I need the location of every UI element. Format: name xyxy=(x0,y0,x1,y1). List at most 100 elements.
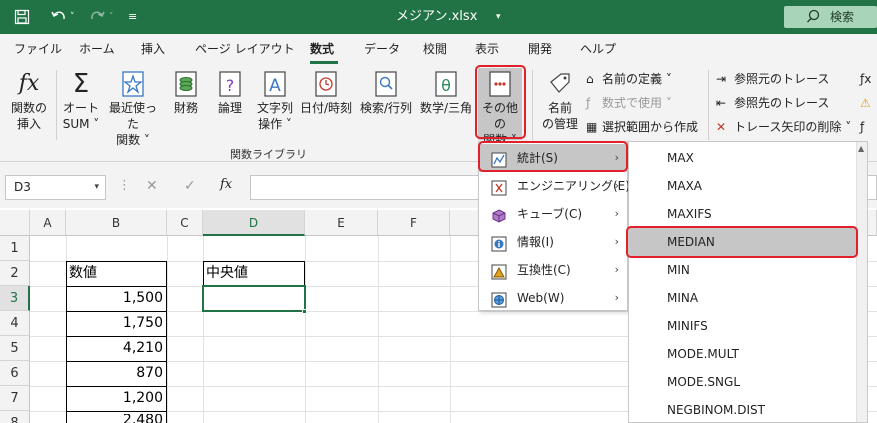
title-dropdown-icon[interactable]: ▾ xyxy=(496,9,501,25)
menu-item-engineering-label: エンジニアリング(E) xyxy=(517,179,630,193)
tab-developer[interactable]: 開発 xyxy=(528,42,552,56)
undo-dropdown-icon[interactable]: ˅ xyxy=(70,9,75,25)
use-in-formula-button[interactable]: 数式で使用 ˅ xyxy=(602,95,672,111)
table-rule xyxy=(66,411,167,412)
tab-formulas[interactable]: 数式 xyxy=(310,42,334,56)
remove-arrows-button[interactable]: トレース矢印の削除 ˅ xyxy=(734,119,851,135)
cancel-icon[interactable]: ✕ xyxy=(146,178,158,194)
tab-home[interactable]: ホーム xyxy=(79,42,115,56)
tab-insert[interactable]: 挿入 xyxy=(141,42,165,56)
menu-scrollbar[interactable]: ▲ xyxy=(856,142,867,422)
trace-precedents-button[interactable]: 参照元のトレース xyxy=(734,71,829,87)
cell-b2[interactable]: 数値 xyxy=(69,261,165,286)
function-item-mode-mult[interactable]: MODE.MULT xyxy=(629,340,857,368)
tab-data[interactable]: データ xyxy=(364,42,400,56)
column-header-f[interactable]: F xyxy=(378,210,450,236)
tab-file[interactable]: ファイル xyxy=(14,42,62,56)
tab-review[interactable]: 校閲 xyxy=(423,42,447,56)
menu-item-web[interactable]: Web(W) › xyxy=(479,284,627,312)
show-formulas-icon[interactable]: ƒx xyxy=(860,71,871,87)
sigma-icon: Σ xyxy=(72,69,90,99)
cell-d2[interactable]: 中央値 xyxy=(206,261,302,286)
function-item-maxa[interactable]: MAXA xyxy=(629,172,857,200)
tag-icon xyxy=(547,70,573,98)
function-item-negbinom-dist[interactable]: NEGBINOM.DIST xyxy=(629,396,857,422)
row-header-8[interactable]: 8 xyxy=(0,411,30,423)
cell-b6[interactable]: 870 xyxy=(66,361,163,386)
cell-b7[interactable]: 1,200 xyxy=(66,386,163,411)
text-functions-button[interactable]: A 文字列 操作 ˅ xyxy=(253,70,297,132)
svg-text:θ: θ xyxy=(441,76,451,95)
function-item-minifs[interactable]: MINIFS xyxy=(629,312,857,340)
cell-b5[interactable]: 4,210 xyxy=(66,336,163,361)
row-header-7[interactable]: 7 xyxy=(0,386,30,411)
svg-text:?: ? xyxy=(226,76,235,95)
function-item-min[interactable]: MIN xyxy=(629,256,857,284)
create-from-selection-icon: ▦ xyxy=(586,120,598,134)
evaluate-formula-icon[interactable]: ƒ xyxy=(860,119,864,135)
name-manager-button[interactable]: 名前 の管理 xyxy=(538,70,582,132)
submenu-arrow-icon: › xyxy=(614,207,619,220)
recently-used-button[interactable]: 最近使った 関数 ˅ xyxy=(105,70,161,148)
enter-icon[interactable]: ✓ xyxy=(184,178,196,194)
tab-view[interactable]: 表示 xyxy=(475,42,499,56)
formula-bar-handle-icon: ⋮ xyxy=(118,178,131,193)
row-header-5[interactable]: 5 xyxy=(0,336,30,361)
fill-handle[interactable] xyxy=(302,309,307,314)
row-header-1[interactable]: 1 xyxy=(0,236,30,261)
column-header-c[interactable]: C xyxy=(167,210,203,236)
insert-function-icon[interactable]: fx xyxy=(220,177,232,192)
name-box[interactable]: D3 ▾ xyxy=(5,175,106,200)
function-item-max[interactable]: MAX xyxy=(629,144,857,172)
datetime-button[interactable]: 日付/時刻 xyxy=(298,70,354,116)
info-icon xyxy=(491,234,507,252)
name-manager-label-2: の管理 xyxy=(541,117,578,131)
save-icon[interactable] xyxy=(14,9,30,30)
cell-b3[interactable]: 1,500 xyxy=(66,286,163,311)
logical-button[interactable]: ? 論理 xyxy=(210,70,250,116)
column-header-d[interactable]: D xyxy=(203,210,305,236)
menu-item-engineering[interactable]: エンジニアリング(E) › xyxy=(479,172,630,200)
menu-item-information[interactable]: 情報(I) › xyxy=(479,228,627,256)
function-item-mina[interactable]: MINA xyxy=(629,284,857,312)
trace-dependents-button[interactable]: 参照先のトレース xyxy=(734,95,829,111)
undo-icon[interactable] xyxy=(50,9,68,30)
menu-item-compatibility[interactable]: 互換性(C) › xyxy=(479,256,627,284)
scroll-up-icon[interactable]: ▲ xyxy=(858,144,864,153)
cell-b8[interactable]: 2,480 xyxy=(66,414,163,423)
use-in-formula-icon: ƒ xyxy=(586,96,591,110)
cell-b4[interactable]: 1,750 xyxy=(66,311,163,336)
submenu-arrow-icon: › xyxy=(614,235,619,248)
math-trig-button[interactable]: θ 数学/三角 xyxy=(417,70,475,116)
search-box[interactable]: 検索 xyxy=(784,6,877,28)
row-header-6[interactable]: 6 xyxy=(0,361,30,386)
name-box-dropdown-icon[interactable]: ▾ xyxy=(94,176,99,199)
autosum-button[interactable]: Σ オート SUM ˅ xyxy=(59,70,103,132)
clock-icon xyxy=(313,70,339,98)
gridline xyxy=(167,236,168,423)
define-name-button[interactable]: 名前の定義 ˅ xyxy=(602,71,672,87)
redo-dropdown-icon[interactable]: ˅ xyxy=(109,9,114,25)
column-header-e[interactable]: E xyxy=(305,210,378,236)
financial-button[interactable]: 財務 xyxy=(166,70,206,116)
row-header-2[interactable]: 2 xyxy=(0,261,30,286)
insert-function-button[interactable]: fx 関数の 挿入 xyxy=(6,70,52,132)
menu-item-cube[interactable]: キューブ(C) › xyxy=(479,200,627,228)
error-checking-icon[interactable]: ⚠ xyxy=(860,95,871,111)
function-item-mode-sngl[interactable]: MODE.SNGL xyxy=(629,368,857,396)
customize-qat-icon[interactable]: ≡ xyxy=(128,9,137,25)
lookup-button[interactable]: 検索/行列 xyxy=(356,70,416,116)
column-header-b[interactable]: B xyxy=(66,210,167,236)
tab-help[interactable]: ヘルプ xyxy=(580,42,616,56)
remove-arrows-icon: ✕ xyxy=(716,120,727,134)
redo-icon[interactable] xyxy=(88,9,106,30)
active-cell-d3[interactable] xyxy=(202,285,306,312)
row-header-4[interactable]: 4 xyxy=(0,311,30,336)
function-item-maxifs[interactable]: MAXIFS xyxy=(629,200,857,228)
select-all-corner[interactable] xyxy=(0,210,30,236)
column-header-a[interactable]: A xyxy=(30,210,66,236)
create-from-selection-button[interactable]: 選択範囲から作成 xyxy=(602,119,698,135)
tab-page-layout[interactable]: ページ レイアウト xyxy=(195,42,295,56)
engineering-icon xyxy=(491,178,507,196)
row-header-3[interactable]: 3 xyxy=(0,286,30,311)
